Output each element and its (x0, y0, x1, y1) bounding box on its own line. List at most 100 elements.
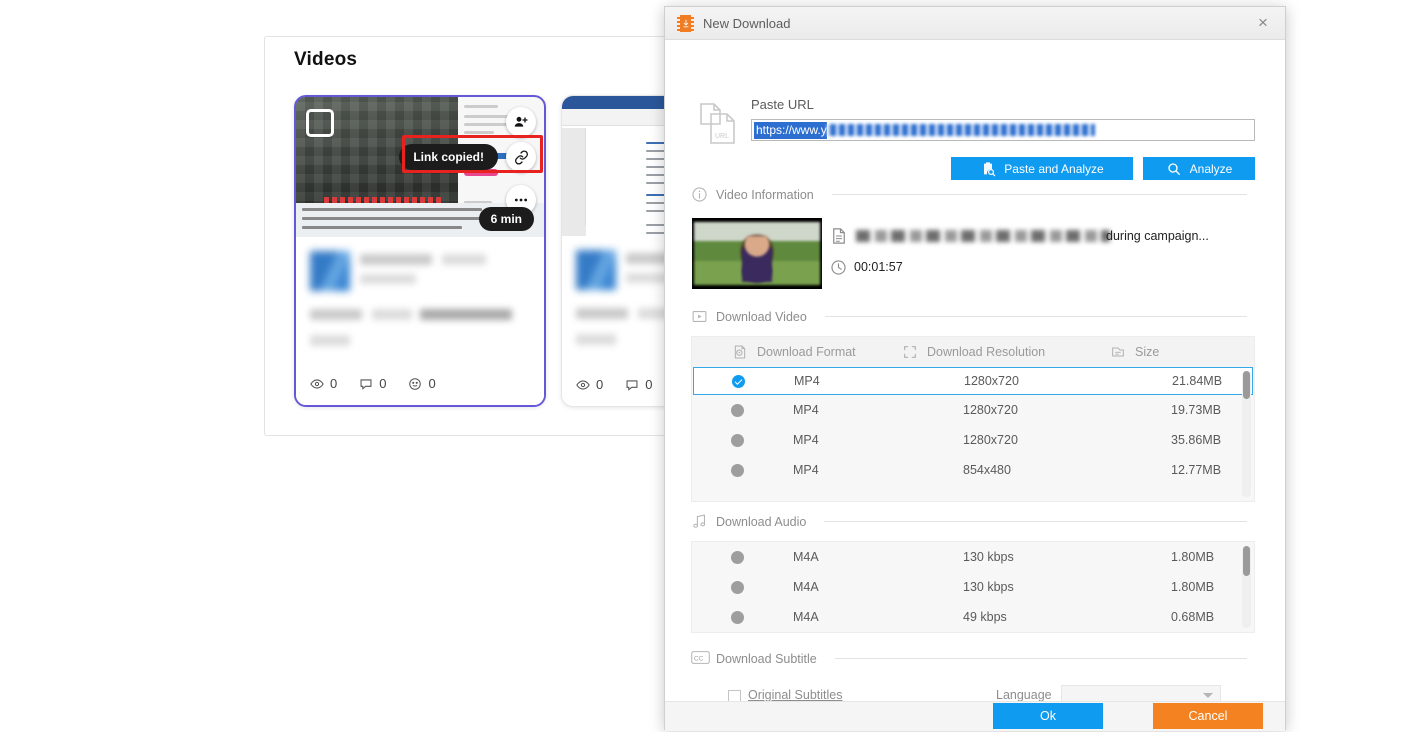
close-icon[interactable]: × (1241, 7, 1285, 39)
divider (824, 316, 1247, 317)
video-title-redacted (856, 230, 1110, 242)
svg-text:CC: CC (694, 655, 704, 662)
url-input[interactable]: https://www.y (751, 119, 1255, 141)
cell-format: M4A (793, 610, 819, 624)
stat-comments: 0 (625, 377, 652, 392)
cell-format: MP4 (793, 433, 819, 447)
column-label: Download Format (757, 345, 856, 359)
page-title: Videos (294, 49, 358, 70)
cell-format: M4A (793, 550, 819, 564)
dialog-footer: Ok Cancel (665, 701, 1285, 731)
video-card-1[interactable]: Link copied! 6 min 0 0 0 (294, 95, 546, 407)
scrollbar-thumb[interactable] (1243, 546, 1250, 576)
selection-square-overlay (306, 109, 334, 137)
divider (831, 194, 1247, 195)
cell-resolution: 854x480 (963, 463, 1011, 477)
cell-format: M4A (793, 580, 819, 594)
eye-icon (576, 379, 590, 390)
column-label: Download Resolution (927, 345, 1046, 359)
stat-comments: 0 (359, 376, 386, 391)
file-size-icon (1110, 344, 1126, 360)
scrollbar-thumb[interactable] (1243, 371, 1250, 399)
table-row[interactable]: MP4 1280x720 35.86MB (692, 425, 1254, 455)
video-information-label: Video Information (716, 187, 814, 202)
cell-resolution: 1280x720 (964, 374, 1019, 388)
document-icon (830, 226, 848, 246)
table-row[interactable]: M4A 49 kbps 0.68MB (692, 602, 1254, 632)
comment-icon (626, 379, 638, 391)
row-radio[interactable] (731, 550, 744, 564)
cancel-button[interactable]: Cancel (1153, 703, 1263, 729)
eye-icon (310, 378, 324, 389)
channel-avatar (576, 250, 616, 290)
download-audio-label: Download Audio (716, 514, 807, 529)
new-download-dialog: New Download × URL Paste URL https://www… (664, 6, 1286, 731)
table-row[interactable]: MP4 1280x720 19.73MB (692, 395, 1254, 425)
column-download-format: Download Format (732, 344, 902, 360)
add-person-icon[interactable] (506, 107, 536, 137)
duration-badge: 6 min (478, 207, 534, 231)
url-file-icon: URL (697, 100, 737, 146)
table-row[interactable]: M4A 130 kbps 1.80MB (692, 542, 1254, 572)
paste-and-analyze-button[interactable]: Paste and Analyze (951, 157, 1133, 180)
info-icon (691, 186, 708, 203)
table-header-row: Download Format Download Resolution Size (692, 337, 1254, 367)
cell-size: 12.77MB (1171, 463, 1222, 477)
search-icon (1167, 162, 1180, 175)
cell-size: 21.84MB (1172, 374, 1223, 388)
video-icon (691, 308, 708, 325)
table-row[interactable]: MP4 854x480 12.77MB (692, 455, 1254, 485)
dialog-title-bar: New Download × (665, 7, 1285, 40)
music-note-icon (691, 513, 708, 530)
row-selected-radio[interactable] (732, 374, 745, 388)
cell-bitrate: 130 kbps (963, 550, 1014, 564)
clipboard-search-icon (984, 161, 996, 176)
cell-resolution: 1280x720 (963, 433, 1018, 447)
url-redacted-region (826, 124, 1095, 136)
video-title-tail: during campaign... (1106, 229, 1209, 243)
column-download-resolution: Download Resolution (902, 344, 1110, 360)
divider (834, 658, 1247, 659)
audio-table-scrollbar[interactable] (1242, 546, 1251, 628)
chevron-down-icon (1203, 693, 1213, 698)
download-subtitle-label: Download Subtitle (716, 651, 817, 666)
cell-size: 1.80MB (1171, 580, 1215, 594)
video-thumbnail-1[interactable]: Link copied! 6 min (296, 97, 544, 237)
row-radio[interactable] (731, 433, 744, 447)
stat-reactions: 0 (408, 376, 436, 391)
clock-icon (830, 259, 847, 276)
download-subtitle-section-header: CC Download Subtitle (691, 650, 1247, 667)
video-duration: 00:01:57 (854, 260, 903, 274)
cell-size: 19.73MB (1171, 403, 1222, 417)
resolution-icon (902, 344, 918, 360)
cc-icon: CC (691, 650, 710, 667)
cell-bitrate: 49 kbps (963, 610, 1007, 624)
paste-url-label: Paste URL (751, 97, 814, 112)
stat-views: 0 (576, 377, 603, 392)
row-radio[interactable] (731, 610, 744, 624)
ok-button[interactable]: Ok (993, 703, 1103, 729)
paste-and-analyze-label: Paste and Analyze (1004, 161, 1104, 176)
row-radio[interactable] (731, 580, 744, 594)
reaction-icon (409, 377, 422, 390)
comment-icon (360, 378, 372, 390)
column-size: Size (1110, 344, 1159, 360)
cell-size: 35.86MB (1171, 433, 1222, 447)
video-preview-thumbnail (692, 218, 822, 289)
table-row[interactable]: M4A 130 kbps 1.80MB (692, 572, 1254, 602)
table-row[interactable]: MP4 1280x720 21.84MB (693, 367, 1253, 395)
download-video-section-header: Download Video (691, 308, 1247, 325)
row-radio[interactable] (731, 403, 744, 417)
download-audio-section-header: Download Audio (691, 513, 1247, 530)
dialog-title: New Download (703, 15, 791, 31)
analyze-button[interactable]: Analyze (1143, 157, 1255, 180)
svg-text:URL: URL (715, 133, 729, 140)
divider (824, 521, 1247, 522)
stat-views: 0 (310, 376, 337, 391)
video-table-scrollbar[interactable] (1242, 371, 1251, 497)
cell-format: MP4 (793, 403, 819, 417)
download-audio-table: M4A 130 kbps 1.80MB M4A 130 kbps 1.80MB … (691, 541, 1255, 633)
row-radio[interactable] (731, 463, 744, 477)
original-subtitles-label[interactable]: Original Subtitles (748, 688, 843, 702)
cell-resolution: 1280x720 (963, 403, 1018, 417)
